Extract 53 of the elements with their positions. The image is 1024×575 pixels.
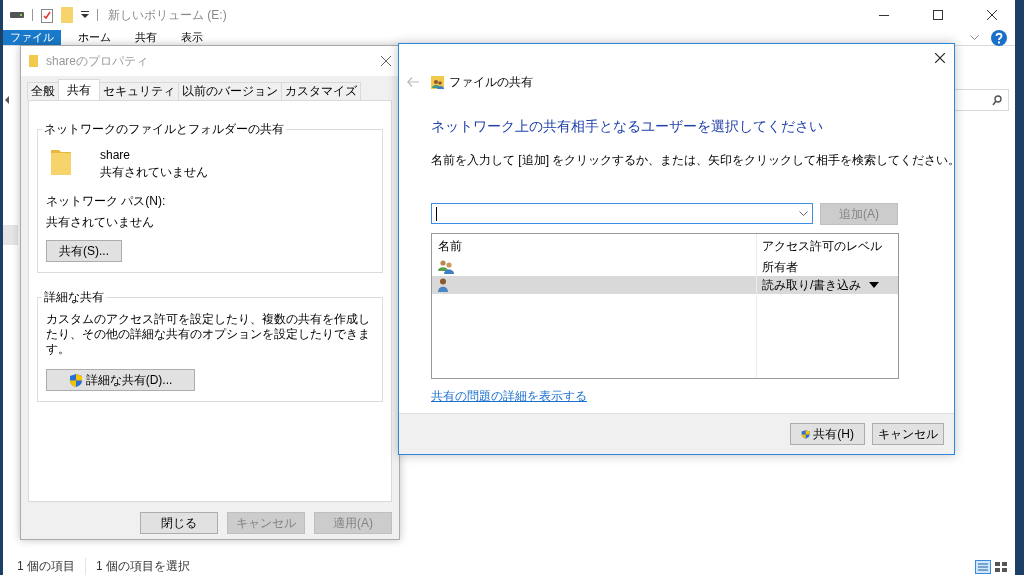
cancel-button[interactable]: キャンセル (872, 423, 944, 445)
ribbon-tab[interactable]: ホーム (71, 30, 118, 45)
permission-level: 読み取り/書き込み (762, 276, 862, 294)
large-icons-view-icon[interactable] (993, 559, 1009, 574)
text-cursor (436, 206, 437, 221)
close-icon[interactable] (935, 53, 945, 63)
chevron-icon[interactable] (970, 34, 979, 41)
folder-name: share (100, 148, 132, 162)
instruction-text: 名前を入力して [追加] をクリックするか、または、矢印をクリックして相手を検索してください。 (431, 152, 954, 169)
dialog-title: shareのプロパティ (46, 52, 150, 70)
chevron-icon[interactable] (799, 210, 808, 217)
group-label: 詳細な共有 (43, 289, 105, 306)
dropdown-icon[interactable] (81, 11, 89, 19)
details-view-icon[interactable] (975, 559, 991, 574)
status-text: 1 個の項目 (17, 558, 76, 575)
help-link[interactable]: 共有の問題の詳細を表示する (431, 388, 587, 405)
shield-icon (68, 372, 83, 388)
maximize-icon[interactable] (933, 10, 943, 20)
search-icon (992, 94, 1002, 106)
folder-icon (29, 55, 38, 67)
tab[interactable]: 全般 (27, 82, 59, 100)
column-header: アクセス許可のレベル (761, 237, 883, 255)
status-text: 1 個の項目を選択 (85, 558, 201, 575)
share-button[interactable]: 共有(H) (790, 423, 865, 445)
sharing-icon (431, 75, 444, 89)
group-label: ネットワークのファイルとフォルダーの共有 (43, 121, 285, 138)
tab[interactable]: 共有 (58, 79, 100, 100)
help-icon[interactable] (991, 29, 1007, 46)
properties-icon[interactable] (41, 7, 53, 23)
wizard-title: ファイルの共有 (449, 73, 533, 91)
tab[interactable]: カスタマイズ (281, 82, 361, 100)
name-combo-field[interactable] (431, 203, 813, 224)
share-status: 共有されていません (100, 164, 208, 181)
list-cell[interactable] (432, 276, 756, 294)
dropdown-arrow-icon[interactable] (869, 282, 880, 288)
ribbon-tab[interactable]: 表示 (174, 30, 210, 45)
advanced-sharing-button[interactable]: 詳細な共有(D)... (46, 369, 195, 391)
folder-icon (50, 148, 72, 176)
tab[interactable]: 以前のバージョン (178, 82, 282, 100)
permission-level: 所有者 (762, 258, 798, 276)
tab[interactable]: セキュリティ (99, 82, 179, 100)
close-icon[interactable] (987, 10, 997, 20)
field-label: ネットワーク パス(N): (46, 193, 167, 210)
ribbon-tab[interactable]: ファイル (3, 30, 61, 45)
share-button[interactable]: 共有(S)... (46, 240, 122, 262)
close-button[interactable]: 閉じる (140, 512, 218, 534)
description-text: カスタムのアクセス許可を設定したり、複数の共有を作成したり、その他の詳細な共有のオプションを設定したりできます。 (46, 312, 371, 357)
drive-icon (10, 11, 24, 19)
window-title: 新しいボリューム (E:) (108, 6, 227, 24)
network-path: 共有されていません (46, 214, 155, 231)
ribbon-tab[interactable]: 共有 (128, 30, 164, 45)
wizard-heading: ネットワーク上の共有相手となるユーザーを選択してください (431, 118, 824, 136)
column-header: 名前 (437, 237, 463, 255)
